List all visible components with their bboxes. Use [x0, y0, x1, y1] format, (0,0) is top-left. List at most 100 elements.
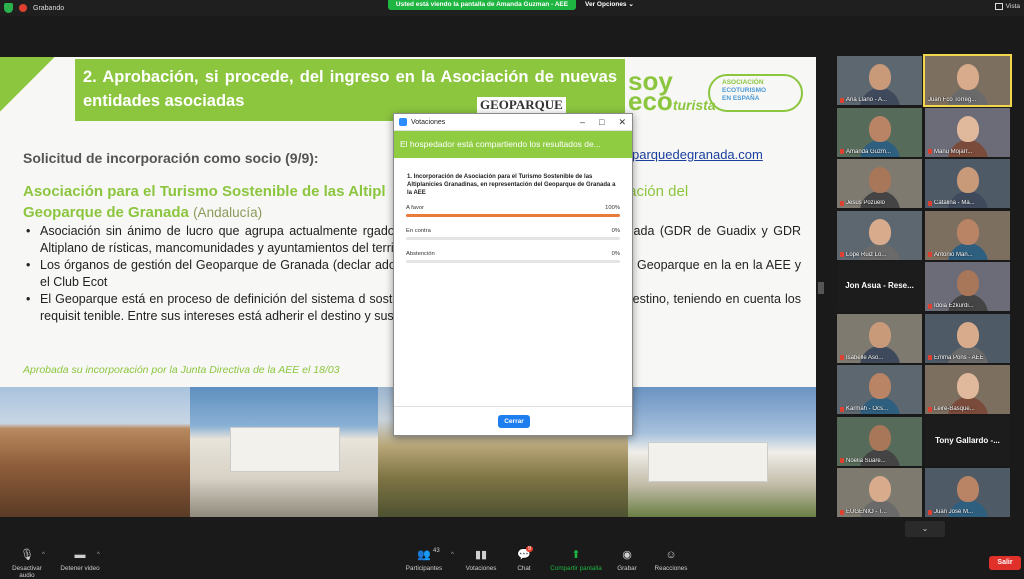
- badlands-photo: [0, 387, 190, 517]
- poll-option: Abstención 0%: [406, 251, 620, 274]
- window-controls: – □ ✕: [580, 117, 626, 128]
- participant-tile[interactable]: Karmah - Ocs...: [837, 365, 922, 414]
- cave-house-shape: [230, 427, 340, 472]
- option-label: A favor: [406, 205, 425, 211]
- participant-avatar: [869, 476, 891, 502]
- participant-name: Leire-Basque...: [928, 406, 1008, 412]
- audio-options-chevron-icon[interactable]: ^: [42, 552, 45, 558]
- participant-tile[interactable]: Antonio Man...: [925, 210, 1010, 260]
- participant-avatar: [957, 321, 979, 348]
- participants-options-chevron-icon[interactable]: ^: [451, 552, 454, 558]
- chat-button[interactable]: 💬 Chat: [512, 548, 536, 572]
- soyecoturista-logo: soy ecoturista: [628, 68, 716, 116]
- result-bar-fill: [406, 214, 620, 217]
- participant-name-label: Leire-Basque...: [934, 406, 975, 412]
- association-region: (Andalucía): [193, 205, 263, 220]
- dialog-divider: [394, 406, 632, 407]
- participant-name: Karmah - Ocs...: [840, 406, 920, 412]
- muted-microphone-icon: [928, 355, 932, 360]
- leave-button[interactable]: Salir: [989, 556, 1021, 570]
- polls-button[interactable]: ▮▮ Votaciones: [464, 548, 498, 572]
- participant-name-label: Juan Fco Torreg...: [928, 97, 977, 103]
- participant-name-label: Juan José M...: [934, 509, 974, 515]
- participant-avatar: [869, 321, 891, 348]
- participant-tile[interactable]: Idoia Ezkurdi...: [925, 262, 1010, 311]
- participant-avatar: [869, 424, 891, 451]
- participant-avatar: [957, 64, 979, 90]
- aee-line-1: ASOCIACIÓN: [722, 79, 764, 86]
- maximize-icon[interactable]: □: [599, 117, 604, 128]
- shield-icon[interactable]: [4, 3, 13, 13]
- minimize-icon[interactable]: –: [580, 117, 585, 128]
- participant-name: Ana Llano - A...: [840, 97, 920, 103]
- participant-tile[interactable]: Ana Llano - A...: [837, 56, 922, 105]
- smiley-icon: ☺: [665, 549, 677, 561]
- video-options-chevron-icon[interactable]: ^: [97, 552, 100, 558]
- participant-tile[interactable]: Jon Asua - Rese...: [837, 262, 922, 311]
- record-icon: [19, 4, 27, 12]
- participant-name-label: Karmah - Ocs...: [846, 406, 889, 412]
- close-poll-button[interactable]: Cerrar: [498, 415, 530, 428]
- muted-microphone-icon: [928, 303, 932, 309]
- participant-tile[interactable]: Lope Ruiz Lo...: [837, 210, 922, 260]
- chat-unread-badge: 9: [526, 546, 534, 552]
- participant-name: Catalina - Ma...: [928, 200, 1008, 206]
- logo-line-2: eco: [628, 86, 673, 116]
- cave-houses-photo: [628, 387, 816, 517]
- participant-tile[interactable]: Juan Fco Torreg...: [923, 54, 1012, 107]
- participant-name: Jesús Pozuelo: [840, 200, 920, 206]
- record-button[interactable]: ◉ Grabar: [615, 548, 639, 572]
- result-bar: [406, 237, 620, 240]
- participant-tile[interactable]: Isabelle Aso...: [837, 313, 922, 363]
- chevron-down-icon: ⌄: [628, 1, 634, 8]
- approval-note: Aprobada su incorporación por la Junta D…: [23, 364, 340, 376]
- participant-avatar: [957, 115, 979, 142]
- top-bar: Grabando Usted está viendo la pantalla d…: [0, 0, 1024, 16]
- zoom-logo-icon: [399, 118, 407, 126]
- option-label: Abstención: [406, 251, 435, 257]
- participant-tile[interactable]: Amanda Guzm...: [837, 107, 922, 157]
- share-label: Compartir pantalla: [550, 565, 602, 572]
- participant-name-label: Lope Ruiz Lo...: [846, 251, 887, 258]
- participants-label: Participantes: [405, 565, 443, 572]
- poll-option: En contra 0%: [406, 228, 620, 251]
- top-left-status: Grabando: [4, 3, 64, 13]
- participant-tile[interactable]: Emma Pons - AEE: [925, 313, 1010, 363]
- share-screen-button[interactable]: ⬆ Compartir pantalla: [548, 548, 604, 572]
- stop-video-button[interactable]: ▬ Detener video: [58, 548, 102, 572]
- participant-tile[interactable]: Leire-Basque...: [925, 365, 1010, 414]
- participant-tile[interactable]: Noelia Suare...: [837, 416, 922, 466]
- participant-avatar: [957, 270, 979, 296]
- gallery-next-page-button[interactable]: ⌄: [905, 521, 945, 537]
- participant-tile[interactable]: EUGENIO - T...: [837, 468, 922, 517]
- muted-microphone-icon: [840, 355, 844, 360]
- option-label: En contra: [406, 228, 431, 234]
- participant-tile[interactable]: Tony Gallardo -...: [925, 416, 1010, 466]
- participant-name: Juan José M...: [928, 509, 1008, 515]
- muted-microphone-icon: [928, 509, 932, 515]
- participant-avatar: [869, 115, 891, 142]
- muted-microphone-icon: [928, 252, 932, 257]
- participant-avatar: [957, 373, 979, 399]
- record-circle-icon: ◉: [622, 549, 632, 561]
- participant-name: Isabelle Aso...: [840, 355, 920, 361]
- reactions-button[interactable]: ☺ Reacciones: [654, 548, 688, 572]
- view-options-label: Ver Opciones: [585, 1, 627, 8]
- participant-avatar: [869, 373, 891, 399]
- participant-tile[interactable]: Juan José M...: [925, 468, 1010, 517]
- view-button[interactable]: Vista: [994, 3, 1020, 10]
- participant-avatar: [957, 167, 979, 193]
- video-label: Detener video: [60, 565, 100, 572]
- participant-name-label: EUGENIO - T...: [846, 509, 887, 515]
- close-icon[interactable]: ✕: [618, 117, 626, 128]
- participant-tile[interactable]: Jesús Pozuelo: [837, 159, 922, 208]
- dialog-title: Votaciones: [411, 118, 446, 126]
- participant-name-label: Noelia Suare...: [846, 457, 886, 464]
- participant-tile[interactable]: Manu Mojarr...: [925, 107, 1010, 157]
- gallery-collapse-handle[interactable]: [818, 282, 824, 294]
- participant-name: Lope Ruiz Lo...: [840, 252, 920, 258]
- participant-name-label: Emma Pons - AEE: [934, 354, 984, 361]
- view-options-button[interactable]: Ver Opciones ⌄: [585, 0, 634, 10]
- participant-tile[interactable]: Catalina - Ma...: [925, 159, 1010, 208]
- option-percent: 0%: [611, 251, 620, 257]
